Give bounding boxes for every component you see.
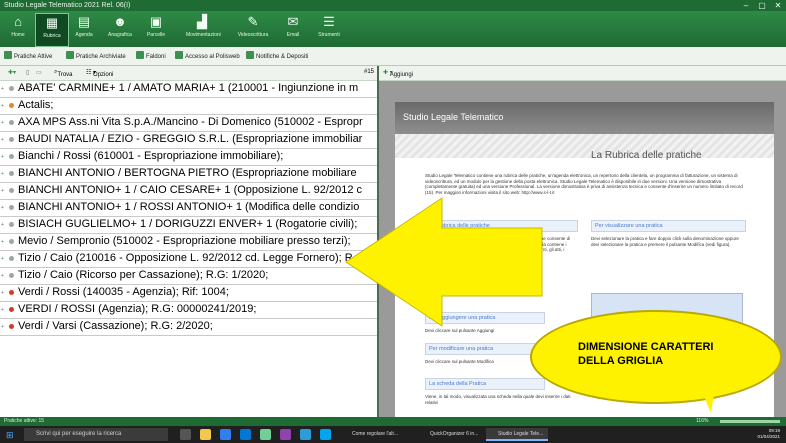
taskbar-app-studio-legale[interactable]: Studio Legale Tele... xyxy=(486,428,548,441)
file-explorer-icon[interactable] xyxy=(200,429,211,440)
taskbar-app-quickorganizer[interactable]: QuickOrganizer 6 in... xyxy=(418,428,482,441)
taskbar-app-chrome[interactable]: Come regolare l'alt... xyxy=(340,428,414,441)
mail-icon[interactable] xyxy=(240,429,251,440)
callout-text: DIMENSIONE CARATTERI DELLA GRIGLIA xyxy=(578,341,714,367)
taskbar-clock: 09:19 01/04/2021 xyxy=(757,428,780,439)
taskbar-search[interactable]: Scrivi qui per eseguire la ricerca xyxy=(24,428,168,441)
app-icon[interactable] xyxy=(280,429,291,440)
zoom-slider[interactable] xyxy=(720,420,780,423)
callout-tail xyxy=(695,375,717,413)
windows-start-icon[interactable]: ⊞ xyxy=(6,430,14,441)
task-view-icon[interactable] xyxy=(180,429,191,440)
taskbar: ⊞ Scrivi qui per eseguire la ricerca Com… xyxy=(0,426,786,443)
status-bar: Pratiche attive: 15 116% xyxy=(0,417,786,426)
edge-icon[interactable] xyxy=(320,429,331,440)
app-icon[interactable] xyxy=(300,429,311,440)
zoom-level: 116% xyxy=(696,418,709,424)
app-icon[interactable] xyxy=(260,429,271,440)
store-icon[interactable] xyxy=(220,429,231,440)
status-left: Pratiche attive: 15 xyxy=(4,418,45,424)
